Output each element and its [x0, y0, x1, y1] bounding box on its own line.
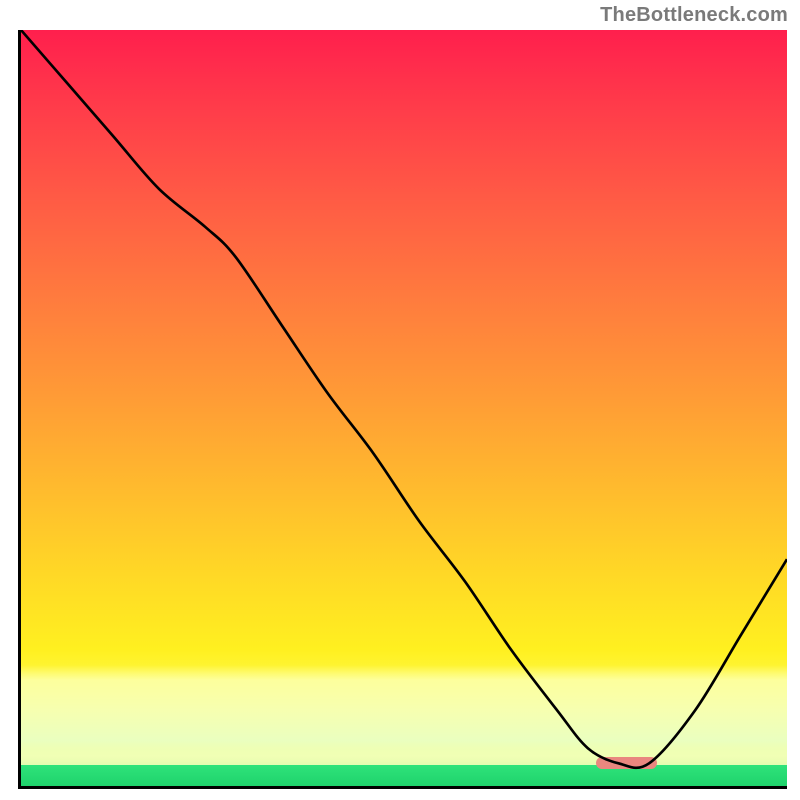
- watermark-text: TheBottleneck.com: [600, 4, 788, 27]
- curve-path: [21, 30, 787, 768]
- chart-container: TheBottleneck.com: [0, 0, 800, 800]
- plot-area: [18, 30, 787, 789]
- bottleneck-curve: [21, 30, 787, 786]
